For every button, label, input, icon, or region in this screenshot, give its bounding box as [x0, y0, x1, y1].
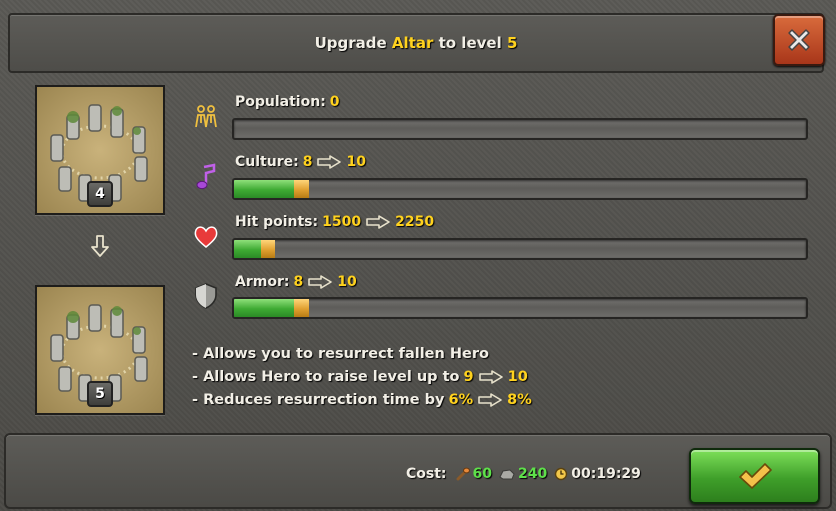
stone-icon — [499, 469, 515, 480]
armor-label: Armor: 8 10 — [235, 274, 357, 290]
bar-gain — [294, 180, 309, 198]
hit-points-bar — [232, 238, 808, 260]
title-mid: to level — [438, 34, 502, 52]
population-bar — [232, 118, 808, 140]
cost-stone: 240 — [518, 466, 548, 482]
effect-to: 8% — [507, 392, 532, 408]
title-bar: Upgrade Altar to level 5 — [8, 13, 824, 73]
heart-icon — [194, 226, 218, 248]
stat-name: Culture: — [235, 154, 299, 170]
effect-text: - Allows Hero to raise level up to — [192, 369, 460, 385]
next-level-badge: 5 — [87, 381, 113, 407]
culture-bar — [232, 178, 808, 200]
cost-time: 00:19:29 — [571, 466, 641, 482]
right-arrow-icon — [308, 275, 333, 289]
hit-points-label: Hit points: 1500 2250 — [235, 214, 434, 230]
right-arrow-icon — [478, 370, 503, 384]
building-name: Altar — [391, 34, 434, 52]
population-icon — [195, 105, 217, 128]
bar-fill — [234, 180, 295, 198]
cost-label: Cost: — [406, 466, 447, 482]
shield-icon — [195, 283, 217, 309]
dialog-title: Upgrade Altar to level 5 — [10, 15, 762, 71]
bar-gain — [260, 240, 275, 258]
population-label: Population: 0 — [235, 94, 340, 110]
close-button[interactable] — [773, 14, 825, 66]
clock-icon — [555, 467, 568, 481]
right-arrow-icon — [478, 393, 502, 407]
wood-icon — [456, 467, 470, 481]
close-icon — [788, 29, 810, 51]
stat-name: Armor: — [235, 274, 290, 290]
right-arrow-icon — [366, 215, 390, 229]
stat-value: 1500 — [322, 214, 362, 230]
effect-line: - Allows you to resurrect fallen Hero — [192, 346, 489, 362]
current-level-thumbnail: 4 — [35, 85, 165, 215]
culture-label: Culture: 8 10 — [235, 154, 366, 170]
stat-name: Population: — [235, 94, 326, 110]
down-arrow-icon — [91, 235, 109, 257]
target-level: 5 — [506, 34, 518, 52]
effect-from: 6% — [448, 392, 474, 408]
bar-fill — [234, 299, 295, 317]
effect-line: - Reduces resurrection time by 6% 8% — [192, 392, 532, 408]
stat-new-value: 2250 — [395, 214, 435, 230]
stat-name: Hit points: — [235, 214, 319, 230]
stat-value: 8 — [302, 154, 313, 170]
stat-new-value: 10 — [346, 154, 366, 170]
current-level-badge: 4 — [87, 181, 113, 207]
confirm-upgrade-button[interactable] — [689, 448, 820, 504]
bar-fill — [234, 240, 261, 258]
effect-text: - Reduces resurrection time by — [192, 392, 445, 408]
armor-bar — [232, 297, 808, 319]
bar-gain — [294, 299, 309, 317]
effect-to: 10 — [507, 369, 528, 385]
title-prefix: Upgrade — [314, 34, 387, 52]
stat-value: 8 — [293, 274, 304, 290]
stat-value: 0 — [329, 94, 340, 110]
effect-line: - Allows Hero to raise level up to 9 10 — [192, 369, 528, 385]
right-arrow-icon — [317, 155, 342, 169]
effect-from: 9 — [463, 369, 474, 385]
music-note-icon — [196, 163, 216, 190]
effect-text: - Allows you to resurrect fallen Hero — [192, 346, 489, 362]
cost-row: Cost: 60 240 00:19:29 — [406, 466, 641, 482]
next-level-thumbnail: 5 — [35, 285, 165, 415]
upgrade-dialog: Upgrade Altar to level 5 4 5 Population:… — [0, 0, 836, 511]
cost-wood: 60 — [472, 466, 493, 482]
stat-new-value: 10 — [337, 274, 357, 290]
checkmark-icon — [738, 463, 772, 489]
